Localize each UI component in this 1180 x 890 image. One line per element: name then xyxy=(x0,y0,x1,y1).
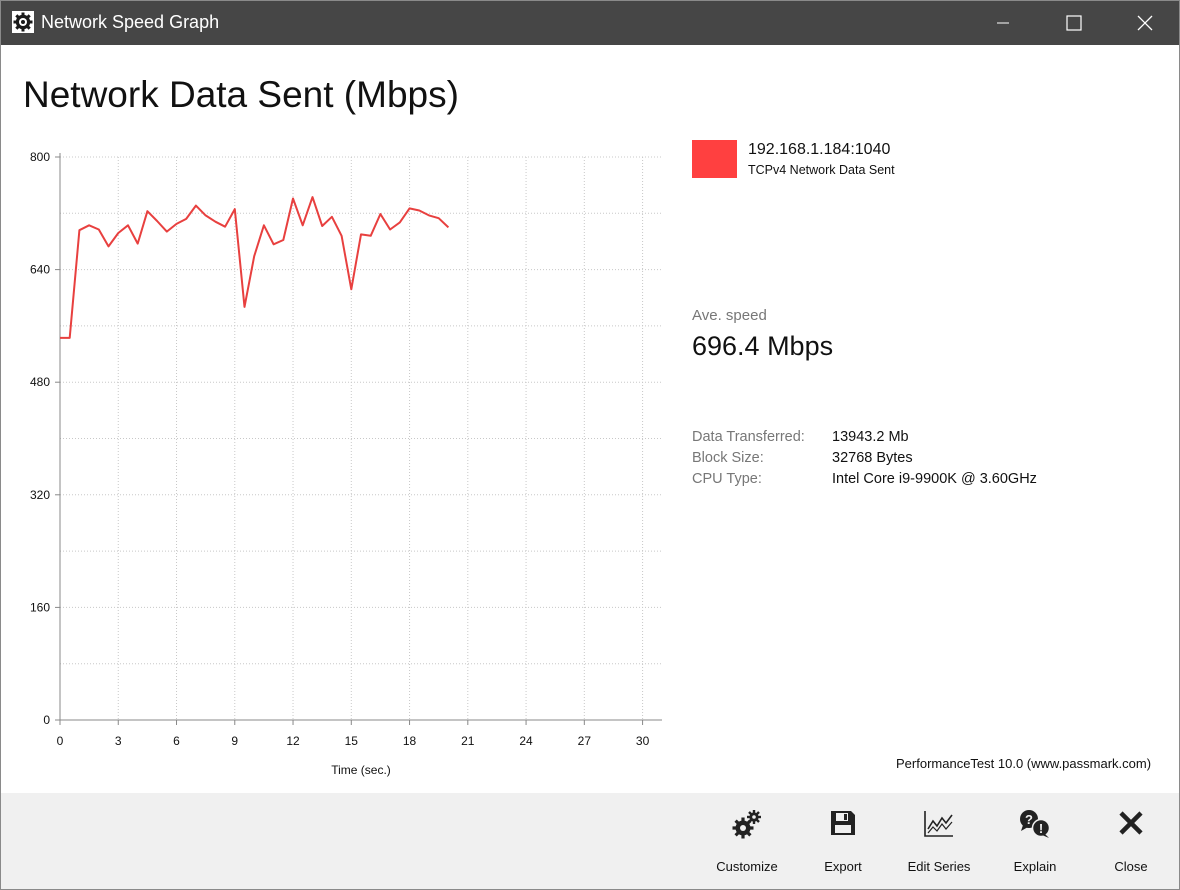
cpu-type-label: CPU Type: xyxy=(692,471,762,487)
minimize-button[interactable] xyxy=(968,0,1038,45)
network-speed-chart: 0 160 320 480 640 800 0 3 6 9 12 15 18 21 24 27 30 Time (… xyxy=(30,150,662,777)
data-transferred-value: 13943.2 Mb xyxy=(832,429,909,445)
legend-series-name: 192.168.1.184:1040 xyxy=(748,141,891,158)
x-tick-label: 30 xyxy=(636,734,650,748)
x-tick-label: 12 xyxy=(286,734,300,748)
block-size-label: Block Size: xyxy=(692,450,764,466)
x-tick-label: 15 xyxy=(345,734,359,748)
title-bar: Network Speed Graph xyxy=(0,0,1180,45)
x-tick-label: 3 xyxy=(115,734,122,748)
page-title: Network Data Sent (Mbps) xyxy=(23,74,459,115)
block-size-value: 32768 Bytes xyxy=(832,450,913,466)
line-chart-icon xyxy=(891,809,987,841)
legend-series-description: TCPv4 Network Data Sent xyxy=(748,163,895,177)
x-tick-label: 9 xyxy=(231,734,238,748)
maximize-button[interactable] xyxy=(1039,0,1109,45)
explain-button[interactable]: ? ! Explain xyxy=(987,793,1083,889)
close-icon xyxy=(1137,15,1153,31)
x-icon xyxy=(1083,809,1179,841)
close-label: Close xyxy=(1114,859,1148,874)
question-bubbles-icon: ? ! xyxy=(987,809,1083,841)
explain-label: Explain xyxy=(1013,859,1057,874)
customize-label: Customize xyxy=(716,859,778,874)
data-transferred-label: Data Transferred: xyxy=(692,429,805,445)
y-tick-label: 160 xyxy=(30,600,50,614)
x-tick-label: 18 xyxy=(403,734,417,748)
app-gear-icon xyxy=(12,11,34,33)
customize-button[interactable]: Customize xyxy=(699,793,795,889)
average-speed-label: Ave. speed xyxy=(692,307,767,324)
x-tick-label: 27 xyxy=(578,734,592,748)
credit-text: PerformanceTest 10.0 (www.passmark.com) xyxy=(896,756,1152,771)
window-title: Network Speed Graph xyxy=(41,12,220,32)
floppy-disk-icon xyxy=(795,809,891,841)
export-button[interactable]: Export xyxy=(795,793,891,889)
grid-lines xyxy=(60,156,662,720)
y-tick-label: 640 xyxy=(30,263,50,277)
gears-icon xyxy=(699,809,795,841)
edit-series-label: Edit Series xyxy=(907,859,971,874)
legend-swatch xyxy=(692,140,737,178)
x-axis-label: Time (sec.) xyxy=(331,763,391,777)
minimize-icon xyxy=(996,16,1010,30)
average-speed-value: 696.4 Mbps xyxy=(692,331,834,361)
x-tick-label: 24 xyxy=(519,734,533,748)
maximize-icon xyxy=(1066,14,1082,31)
y-tick-label: 0 xyxy=(43,713,50,727)
x-tick-label: 6 xyxy=(173,734,180,748)
svg-text:?: ? xyxy=(1025,812,1033,827)
x-tick-label: 0 xyxy=(57,734,64,748)
x-tick-label: 21 xyxy=(461,734,475,748)
window-close-button[interactable] xyxy=(1110,0,1180,45)
edit-series-button[interactable]: Edit Series xyxy=(891,793,987,889)
close-button[interactable]: Close xyxy=(1083,793,1179,889)
cpu-type-value: Intel Core i9-9900K @ 3.60GHz xyxy=(832,471,1037,487)
export-label: Export xyxy=(824,859,862,874)
y-tick-label: 800 xyxy=(30,150,50,164)
y-tick-label: 320 xyxy=(30,488,50,502)
bottom-toolbar: Customize Export Edit Series ? ! Explain… xyxy=(1,793,1179,889)
y-tick-label: 480 xyxy=(30,375,50,389)
svg-text:!: ! xyxy=(1039,821,1043,836)
